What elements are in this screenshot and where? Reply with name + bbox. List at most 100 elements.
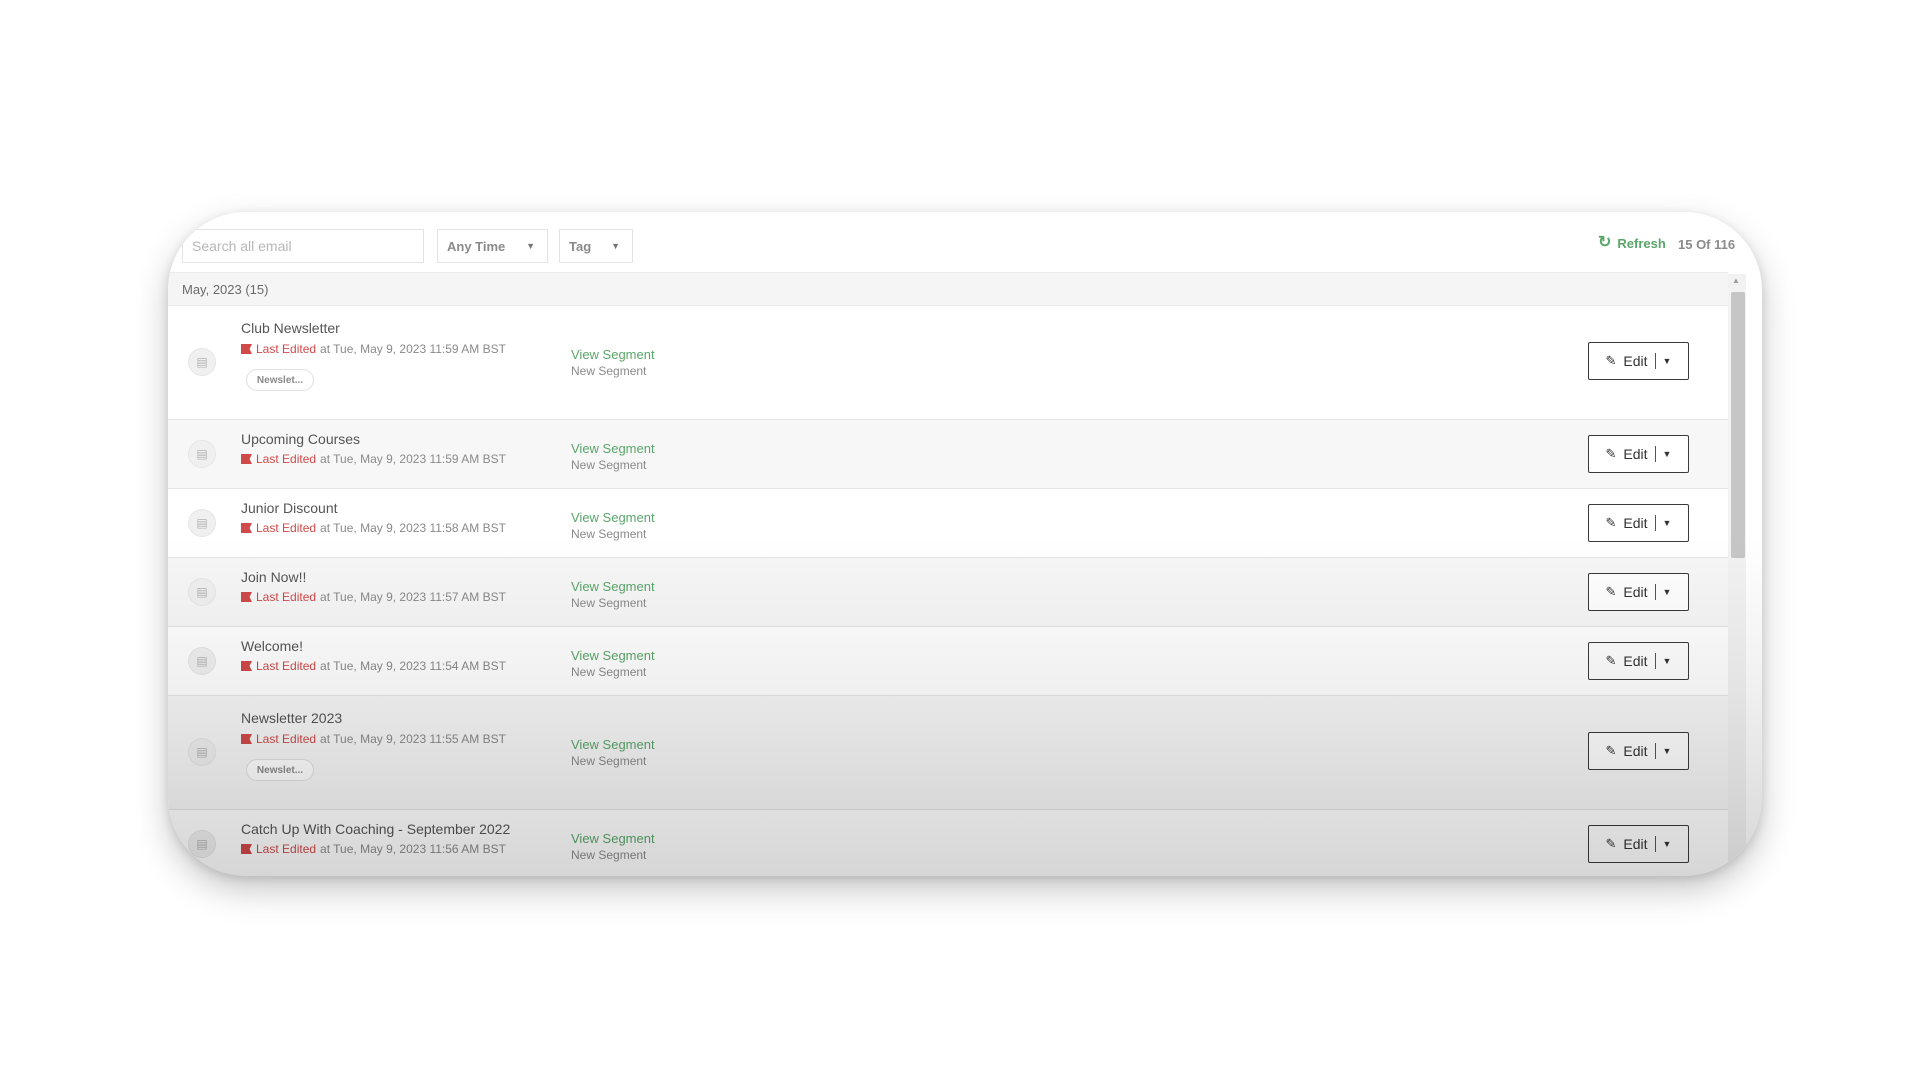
- chevron-down-icon: ▼: [526, 241, 535, 251]
- email-list-panel: Any Time ▼ Tag ▼ ↻ Refresh 15 Of 116 May…: [168, 212, 1762, 876]
- email-row[interactable]: ▤ Welcome! Last Edited at Tue, May 9, 20…: [168, 627, 1728, 696]
- edit-button[interactable]: ✎ Edit ▼: [1588, 573, 1689, 611]
- refresh-label: Refresh: [1617, 235, 1666, 251]
- email-title[interactable]: Club Newsletter: [241, 320, 340, 336]
- email-title[interactable]: Welcome!: [241, 638, 303, 654]
- scroll-up-icon[interactable]: ▲: [1732, 276, 1740, 285]
- view-segment-link[interactable]: View Segment: [571, 579, 655, 595]
- email-row[interactable]: ▤ Join Now!! Last Edited at Tue, May 9, …: [168, 558, 1728, 627]
- email-row[interactable]: ▤ Junior Discount Last Edited at Tue, Ma…: [168, 489, 1728, 558]
- view-segment-link[interactable]: View Segment: [571, 648, 655, 664]
- month-group-header: May, 2023 (15): [168, 272, 1728, 306]
- view-segment-link[interactable]: View Segment: [571, 737, 655, 753]
- last-edited-label: Last Edited: [256, 590, 317, 604]
- edit-icon: ✎: [1605, 446, 1617, 461]
- email-row[interactable]: ▤ Catch Up With Coaching - September 202…: [168, 810, 1728, 876]
- chevron-down-icon[interactable]: ▼: [1663, 656, 1672, 666]
- segment-name: New Segment: [571, 754, 647, 768]
- refresh-button[interactable]: ↻ Refresh: [1598, 235, 1666, 251]
- vertical-scrollbar[interactable]: ▲: [1728, 274, 1746, 876]
- edit-button[interactable]: ✎ Edit ▼: [1588, 342, 1689, 380]
- email-title[interactable]: Join Now!!: [241, 569, 306, 585]
- segment-name: New Segment: [571, 527, 647, 541]
- edit-label: Edit: [1623, 353, 1648, 369]
- edit-button[interactable]: ✎ Edit ▼: [1588, 504, 1689, 542]
- last-edited-label: Last Edited: [256, 342, 317, 356]
- button-divider: [1654, 446, 1656, 462]
- edited-at: at Tue, May 9, 2023 11:57 AM BST: [320, 590, 506, 604]
- segment-info: View Segment New Segment: [571, 579, 655, 611]
- edit-label: Edit: [1623, 446, 1648, 462]
- chevron-down-icon: ▼: [611, 241, 620, 251]
- search-input[interactable]: [182, 229, 424, 263]
- button-divider: [1654, 653, 1656, 669]
- edit-label: Edit: [1623, 584, 1648, 600]
- result-count: 15 Of 116: [1678, 237, 1736, 252]
- chevron-down-icon[interactable]: ▼: [1663, 587, 1672, 597]
- view-segment-link[interactable]: View Segment: [571, 441, 655, 457]
- segment-info: View Segment New Segment: [571, 510, 655, 542]
- flag-icon: [241, 344, 252, 354]
- edit-button[interactable]: ✎ Edit ▼: [1588, 825, 1689, 863]
- flag-icon: [241, 454, 252, 464]
- view-segment-link[interactable]: View Segment: [571, 347, 655, 363]
- edit-button[interactable]: ✎ Edit ▼: [1588, 642, 1689, 680]
- email-list: ▤ Club Newsletter Last Edited at Tue, Ma…: [168, 306, 1728, 876]
- tag-filter-dropdown[interactable]: Tag ▼: [559, 229, 633, 263]
- email-meta: Last Edited at Tue, May 9, 2023 11:57 AM…: [241, 590, 506, 604]
- email-row[interactable]: ▤ Newsletter 2023 Last Edited at Tue, Ma…: [168, 696, 1728, 810]
- last-edited-label: Last Edited: [256, 732, 317, 746]
- email-row[interactable]: ▤ Club Newsletter Last Edited at Tue, Ma…: [168, 306, 1728, 420]
- flag-icon: [241, 592, 252, 602]
- edited-at: at Tue, May 9, 2023 11:55 AM BST: [320, 732, 506, 746]
- time-filter-label: Any Time: [447, 238, 506, 254]
- edit-icon: ✎: [1605, 584, 1617, 599]
- tag-chip[interactable]: Newslet...: [246, 369, 314, 391]
- view-segment-link[interactable]: View Segment: [571, 510, 655, 526]
- tag-filter-label: Tag: [569, 238, 592, 254]
- email-meta: Last Edited at Tue, May 9, 2023 11:59 AM…: [241, 452, 506, 466]
- view-segment-link[interactable]: View Segment: [571, 831, 655, 847]
- toolbar: Any Time ▼ Tag ▼ ↻ Refresh 15 Of 116: [168, 212, 1762, 272]
- button-divider: [1654, 353, 1656, 369]
- email-doc-icon: ▤: [188, 440, 216, 468]
- flag-icon: [241, 734, 252, 744]
- flag-icon: [241, 523, 252, 533]
- edit-button[interactable]: ✎ Edit ▼: [1588, 732, 1689, 770]
- chevron-down-icon[interactable]: ▼: [1663, 518, 1672, 528]
- chevron-down-icon[interactable]: ▼: [1663, 746, 1672, 756]
- edited-at: at Tue, May 9, 2023 11:56 AM BST: [320, 842, 506, 856]
- last-edited-label: Last Edited: [256, 521, 317, 535]
- email-title[interactable]: Junior Discount: [241, 500, 338, 516]
- segment-info: View Segment New Segment: [571, 347, 655, 379]
- time-filter-dropdown[interactable]: Any Time ▼: [437, 229, 548, 263]
- email-title[interactable]: Newsletter 2023: [241, 710, 342, 726]
- chevron-down-icon[interactable]: ▼: [1663, 449, 1672, 459]
- chevron-down-icon[interactable]: ▼: [1663, 356, 1672, 366]
- edit-label: Edit: [1623, 743, 1648, 759]
- email-meta: Last Edited at Tue, May 9, 2023 11:54 AM…: [241, 659, 506, 673]
- button-divider: [1654, 515, 1656, 531]
- tag-chip[interactable]: Newslet...: [246, 759, 314, 781]
- email-meta: Last Edited at Tue, May 9, 2023 11:55 AM…: [241, 732, 506, 746]
- email-row[interactable]: ▤ Upcoming Courses Last Edited at Tue, M…: [168, 420, 1728, 489]
- edited-at: at Tue, May 9, 2023 11:58 AM BST: [320, 521, 506, 535]
- email-title[interactable]: Catch Up With Coaching - September 2022: [241, 821, 510, 837]
- segment-name: New Segment: [571, 596, 647, 610]
- segment-info: View Segment New Segment: [571, 441, 655, 473]
- segment-name: New Segment: [571, 458, 647, 472]
- chevron-down-icon[interactable]: ▼: [1663, 839, 1672, 849]
- edit-button[interactable]: ✎ Edit ▼: [1588, 435, 1689, 473]
- last-edited-label: Last Edited: [256, 842, 317, 856]
- segment-info: View Segment New Segment: [571, 737, 655, 769]
- email-doc-icon: ▤: [188, 738, 216, 766]
- email-meta: Last Edited at Tue, May 9, 2023 11:58 AM…: [241, 521, 506, 535]
- edit-label: Edit: [1623, 653, 1648, 669]
- edited-at: at Tue, May 9, 2023 11:59 AM BST: [320, 452, 506, 466]
- email-title[interactable]: Upcoming Courses: [241, 431, 360, 447]
- email-doc-icon: ▤: [188, 830, 216, 858]
- edit-icon: ✎: [1605, 836, 1617, 851]
- scrollbar-thumb[interactable]: [1731, 292, 1745, 558]
- email-meta: Last Edited at Tue, May 9, 2023 11:56 AM…: [241, 842, 506, 856]
- email-doc-icon: ▤: [188, 509, 216, 537]
